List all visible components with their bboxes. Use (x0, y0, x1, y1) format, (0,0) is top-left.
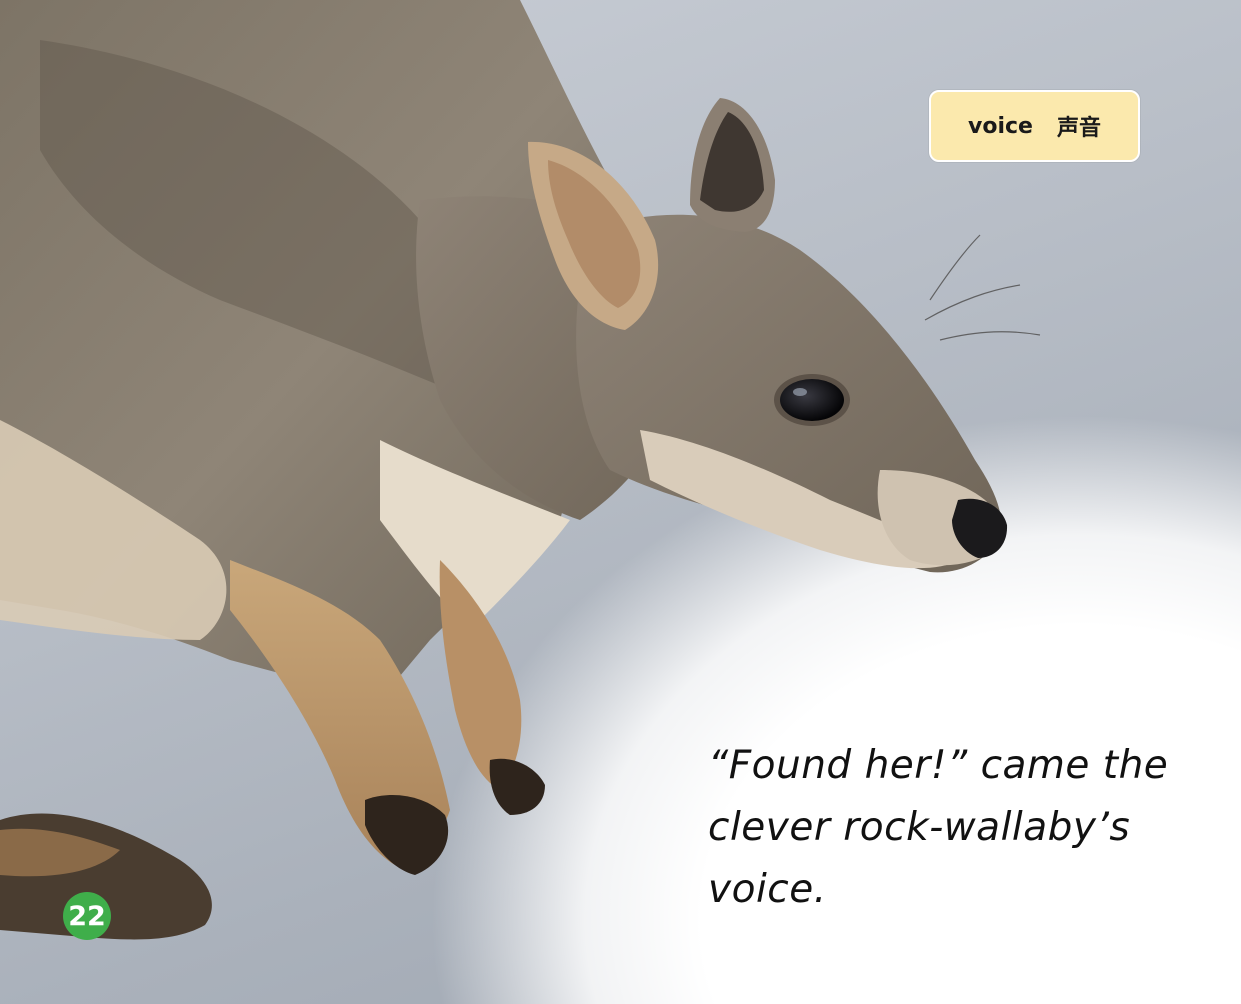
story-line: “Found her!” came the (708, 743, 1169, 788)
story-line: clever rock-wallaby’s (708, 805, 1131, 850)
book-page: voice 声音 “Found her!” came the clever ro… (0, 0, 1241, 1004)
page-number-badge: 22 (63, 892, 111, 940)
story-text: “Found her!” came the clever rock-wallab… (708, 735, 1188, 921)
vocabulary-box: voice 声音 (929, 90, 1140, 162)
story-line: voice. (708, 867, 827, 912)
vocab-translation: 声音 (1056, 116, 1101, 141)
vocab-word: voice (968, 113, 1033, 139)
